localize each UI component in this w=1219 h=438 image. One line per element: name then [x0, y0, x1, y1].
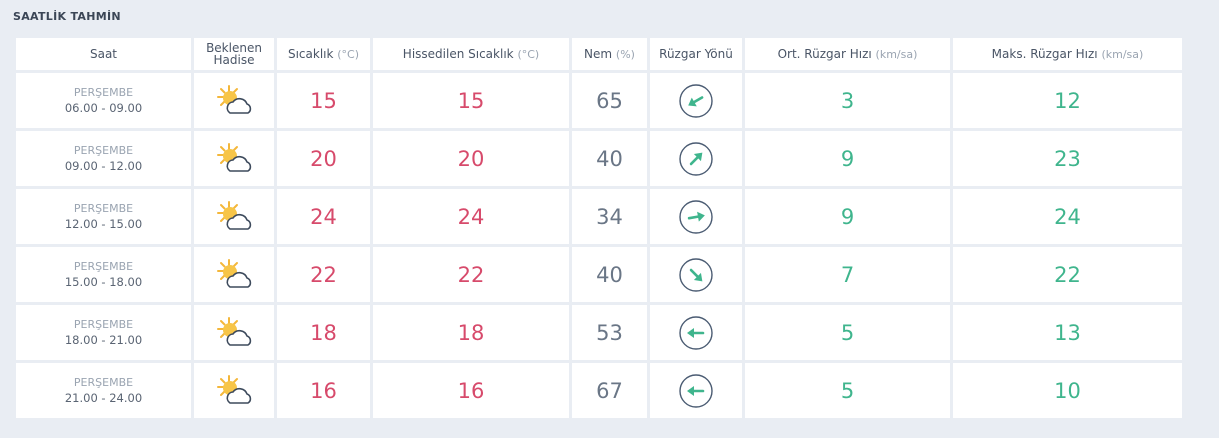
table-row: PERŞEMBE 12.00 - 15.00 24 24 34 9 24 [16, 189, 1182, 244]
table-row: PERŞEMBE 06.00 - 09.00 15 15 65 3 12 [16, 73, 1182, 128]
header-saat: Saat [16, 38, 191, 70]
header-sicaklik: Sıcaklık (°C) [277, 38, 370, 70]
cell-hadise [194, 363, 274, 418]
cell-nem: 40 [572, 247, 647, 302]
row-time: 09.00 - 12.00 [64, 158, 143, 173]
row-day: PERŞEMBE [73, 201, 134, 215]
cell-ort-ruzgar: 7 [745, 247, 950, 302]
cell-ruzgar-yonu [650, 363, 742, 418]
header-ruzgar-yonu: Rüzgar Yönü [650, 38, 742, 70]
cell-ort-ruzgar: 3 [745, 73, 950, 128]
row-day: PERŞEMBE [73, 317, 134, 331]
header-beklenen-hadise: Beklenen Hadise [194, 38, 274, 70]
hourly-forecast-widget: SAATLİK TAHMİN Saat Beklenen Hadise Sıcak… [0, 0, 1219, 438]
cell-nem: 65 [572, 73, 647, 128]
cell-maks-ruzgar: 12 [953, 73, 1182, 128]
cell-hissedilen: 18 [373, 305, 569, 360]
row-day: PERŞEMBE [73, 143, 134, 157]
cell-maks-ruzgar: 24 [953, 189, 1182, 244]
cell-hissedilen: 20 [373, 131, 569, 186]
cell-saat: PERŞEMBE 12.00 - 15.00 [16, 189, 191, 244]
cell-maks-ruzgar: 10 [953, 363, 1182, 418]
row-time: 18.00 - 21.00 [64, 332, 143, 347]
cell-sicaklik: 18 [277, 305, 370, 360]
hourly-forecast-table: Saat Beklenen Hadise Sıcaklık (°C) Hissed… [13, 35, 1185, 421]
cell-ort-ruzgar: 5 [745, 305, 950, 360]
wind-direction-icon [679, 83, 713, 118]
section-title: SAATLİK TAHMİN [13, 10, 121, 23]
cell-hissedilen: 24 [373, 189, 569, 244]
partly-cloudy-icon [217, 200, 252, 230]
cell-saat: PERŞEMBE 06.00 - 09.00 [16, 73, 191, 128]
partly-cloudy-icon [217, 316, 252, 346]
row-time: 12.00 - 15.00 [64, 216, 143, 231]
cell-nem: 34 [572, 189, 647, 244]
cell-nem: 67 [572, 363, 647, 418]
header-maks-ruzgar-hizi: Maks. Rüzgar Hızı (km/sa) [953, 38, 1182, 70]
cell-ort-ruzgar: 9 [745, 131, 950, 186]
cell-saat: PERŞEMBE 21.00 - 24.00 [16, 363, 191, 418]
wind-direction-icon [679, 199, 713, 234]
row-time: 21.00 - 24.00 [64, 390, 143, 405]
cell-maks-ruzgar: 23 [953, 131, 1182, 186]
table-row: PERŞEMBE 15.00 - 18.00 22 22 40 7 22 [16, 247, 1182, 302]
cell-ruzgar-yonu [650, 189, 742, 244]
cell-hadise [194, 131, 274, 186]
cell-nem: 53 [572, 305, 647, 360]
row-time: 15.00 - 18.00 [64, 274, 143, 289]
cell-saat: PERŞEMBE 15.00 - 18.00 [16, 247, 191, 302]
cell-hadise [194, 189, 274, 244]
cell-nem: 40 [572, 131, 647, 186]
table-header-row: Saat Beklenen Hadise Sıcaklık (°C) Hissed… [16, 38, 1182, 70]
cell-sicaklik: 15 [277, 73, 370, 128]
cell-hadise [194, 73, 274, 128]
partly-cloudy-icon [217, 142, 252, 172]
cell-saat: PERŞEMBE 18.00 - 21.00 [16, 305, 191, 360]
cell-ruzgar-yonu [650, 247, 742, 302]
cell-ruzgar-yonu [650, 131, 742, 186]
partly-cloudy-icon [217, 258, 252, 288]
row-day: PERŞEMBE [73, 375, 134, 389]
table-row: PERŞEMBE 18.00 - 21.00 18 18 53 5 13 [16, 305, 1182, 360]
table-row: PERŞEMBE 09.00 - 12.00 20 20 40 9 23 [16, 131, 1182, 186]
partly-cloudy-icon [217, 84, 252, 114]
header-nem: Nem (%) [572, 38, 647, 70]
cell-ort-ruzgar: 5 [745, 363, 950, 418]
cell-ruzgar-yonu [650, 305, 742, 360]
cell-hissedilen: 22 [373, 247, 569, 302]
table-row: PERŞEMBE 21.00 - 24.00 16 16 67 5 10 [16, 363, 1182, 418]
cell-sicaklik: 20 [277, 131, 370, 186]
header-hissedilen-sicaklik: Hissedilen Sıcaklık (°C) [373, 38, 569, 70]
cell-sicaklik: 24 [277, 189, 370, 244]
row-time: 06.00 - 09.00 [64, 100, 143, 115]
row-day: PERŞEMBE [73, 85, 134, 99]
cell-hissedilen: 15 [373, 73, 569, 128]
cell-sicaklik: 16 [277, 363, 370, 418]
wind-direction-icon [679, 257, 713, 292]
cell-ruzgar-yonu [650, 73, 742, 128]
wind-direction-icon [679, 373, 713, 408]
cell-hadise [194, 247, 274, 302]
wind-direction-icon [679, 141, 713, 176]
cell-saat: PERŞEMBE 09.00 - 12.00 [16, 131, 191, 186]
row-day: PERŞEMBE [73, 259, 134, 273]
cell-hadise [194, 305, 274, 360]
cell-sicaklik: 22 [277, 247, 370, 302]
cell-maks-ruzgar: 22 [953, 247, 1182, 302]
partly-cloudy-icon [217, 374, 252, 404]
cell-ort-ruzgar: 9 [745, 189, 950, 244]
wind-direction-icon [679, 315, 713, 350]
header-ort-ruzgar-hizi: Ort. Rüzgar Hızı (km/sa) [745, 38, 950, 70]
cell-hissedilen: 16 [373, 363, 569, 418]
cell-maks-ruzgar: 13 [953, 305, 1182, 360]
